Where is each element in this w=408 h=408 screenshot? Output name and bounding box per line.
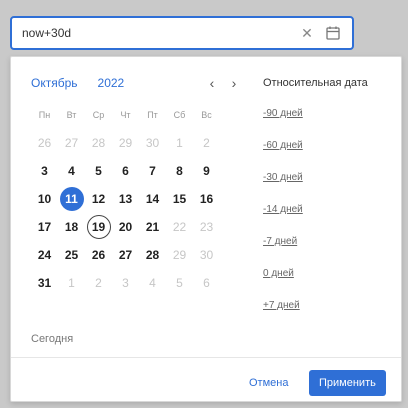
calendar-day[interactable]: 28: [139, 242, 166, 268]
today-day-label: 19: [86, 215, 111, 239]
calendar-day[interactable]: 22: [166, 214, 193, 240]
month-selector[interactable]: Октябрь: [31, 76, 78, 90]
week-row: 26 27 28 29 30 1 2: [31, 129, 245, 157]
calendar-day[interactable]: 27: [58, 130, 85, 156]
calendar-day[interactable]: 28: [85, 130, 112, 156]
footer-divider: [11, 357, 401, 358]
relative-option[interactable]: -90 дней: [263, 97, 393, 129]
calendar-day[interactable]: 4: [139, 270, 166, 296]
calendar-day[interactable]: 25: [58, 242, 85, 268]
selected-day-label: 11: [59, 187, 84, 211]
weekday-label: Чт: [120, 110, 131, 120]
calendar-day[interactable]: 17: [31, 214, 58, 240]
calendar-day[interactable]: 31: [31, 270, 58, 296]
calendar-day[interactable]: 14: [139, 186, 166, 212]
relative-date-title: Относительная дата: [263, 77, 368, 89]
year-selector[interactable]: 2022: [98, 76, 125, 90]
week-row: 17 18 19 20 21 22 23: [31, 213, 245, 241]
calendar-day[interactable]: 6: [112, 158, 139, 184]
calendar-day[interactable]: 24: [31, 242, 58, 268]
date-input[interactable]: now+30d ✕: [10, 16, 354, 50]
calendar-day[interactable]: 3: [31, 158, 58, 184]
calendar-day[interactable]: 23: [193, 214, 220, 240]
weekday-row: Пн Вт Ср Чт Пт Сб Вс: [31, 101, 245, 129]
calendar-day[interactable]: 6: [193, 270, 220, 296]
calendar-day-today[interactable]: 19: [85, 214, 112, 240]
weekday-label: Вт: [66, 110, 77, 120]
calendar-day[interactable]: 30: [193, 242, 220, 268]
calendar-day[interactable]: 26: [85, 242, 112, 268]
calendar-day[interactable]: 30: [139, 130, 166, 156]
calendar-icon[interactable]: [324, 24, 342, 42]
calendar-day[interactable]: 10: [31, 186, 58, 212]
calendar-header: Октябрь 2022 ‹ ›: [31, 69, 245, 97]
relative-option[interactable]: -7 дней: [263, 225, 393, 257]
week-row: 3 4 5 6 7 8 9: [31, 157, 245, 185]
weekday-label: Ср: [92, 110, 105, 120]
relative-option[interactable]: +7 дней: [263, 289, 393, 321]
calendar-day[interactable]: 12: [85, 186, 112, 212]
week-row: 31 1 2 3 4 5 6: [31, 269, 245, 297]
calendar-grid: Пн Вт Ср Чт Пт Сб Вс 26 27 28 29 30 1 2 …: [31, 101, 245, 297]
calendar-day[interactable]: 20: [112, 214, 139, 240]
clear-icon[interactable]: ✕: [298, 25, 316, 42]
calendar-day[interactable]: 16: [193, 186, 220, 212]
calendar-day[interactable]: 13: [112, 186, 139, 212]
calendar-panel: Октябрь 2022 ‹ › Пн Вт Ср Чт Пт Сб Вс 26…: [11, 57, 259, 357]
calendar-day[interactable]: 15: [166, 186, 193, 212]
weekday-label: Вс: [201, 110, 212, 120]
next-month-icon[interactable]: ›: [223, 75, 245, 91]
relative-option[interactable]: -30 дней: [263, 161, 393, 193]
calendar-day[interactable]: 4: [58, 158, 85, 184]
calendar-day[interactable]: 26: [31, 130, 58, 156]
relative-option[interactable]: -14 дней: [263, 193, 393, 225]
weekday-label: Пт: [147, 110, 158, 120]
calendar-day[interactable]: 18: [58, 214, 85, 240]
calendar-day[interactable]: 7: [139, 158, 166, 184]
week-row: 24 25 26 27 28 29 30: [31, 241, 245, 269]
relative-option[interactable]: -60 дней: [263, 129, 393, 161]
relative-option[interactable]: 0 дней: [263, 257, 393, 289]
prev-month-icon[interactable]: ‹: [201, 75, 223, 91]
date-input-value[interactable]: now+30d: [22, 26, 298, 40]
calendar-day[interactable]: 2: [193, 130, 220, 156]
week-row: 10 11 12 13 14 15 16: [31, 185, 245, 213]
calendar-day[interactable]: 29: [166, 242, 193, 268]
calendar-day[interactable]: 1: [166, 130, 193, 156]
cancel-button[interactable]: Отмена: [241, 370, 296, 396]
calendar-day[interactable]: 9: [193, 158, 220, 184]
weekday-label: Сб: [173, 110, 186, 120]
calendar-day[interactable]: 1: [58, 270, 85, 296]
calendar-day[interactable]: 29: [112, 130, 139, 156]
calendar-day[interactable]: 27: [112, 242, 139, 268]
calendar-day-selected[interactable]: 11: [58, 186, 85, 212]
calendar-day[interactable]: 5: [85, 158, 112, 184]
calendar-day[interactable]: 3: [112, 270, 139, 296]
date-picker-popup: Октябрь 2022 ‹ › Пн Вт Ср Чт Пт Сб Вс 26…: [10, 56, 402, 402]
calendar-day[interactable]: 21: [139, 214, 166, 240]
calendar-day[interactable]: 2: [85, 270, 112, 296]
calendar-day[interactable]: 5: [166, 270, 193, 296]
relative-date-panel: Относительная дата -90 дней -60 дней -30…: [263, 69, 393, 321]
calendar-day[interactable]: 8: [166, 158, 193, 184]
apply-button[interactable]: Применить: [309, 370, 386, 396]
today-link[interactable]: Сегодня: [31, 333, 73, 345]
weekday-label: Пн: [38, 110, 51, 120]
